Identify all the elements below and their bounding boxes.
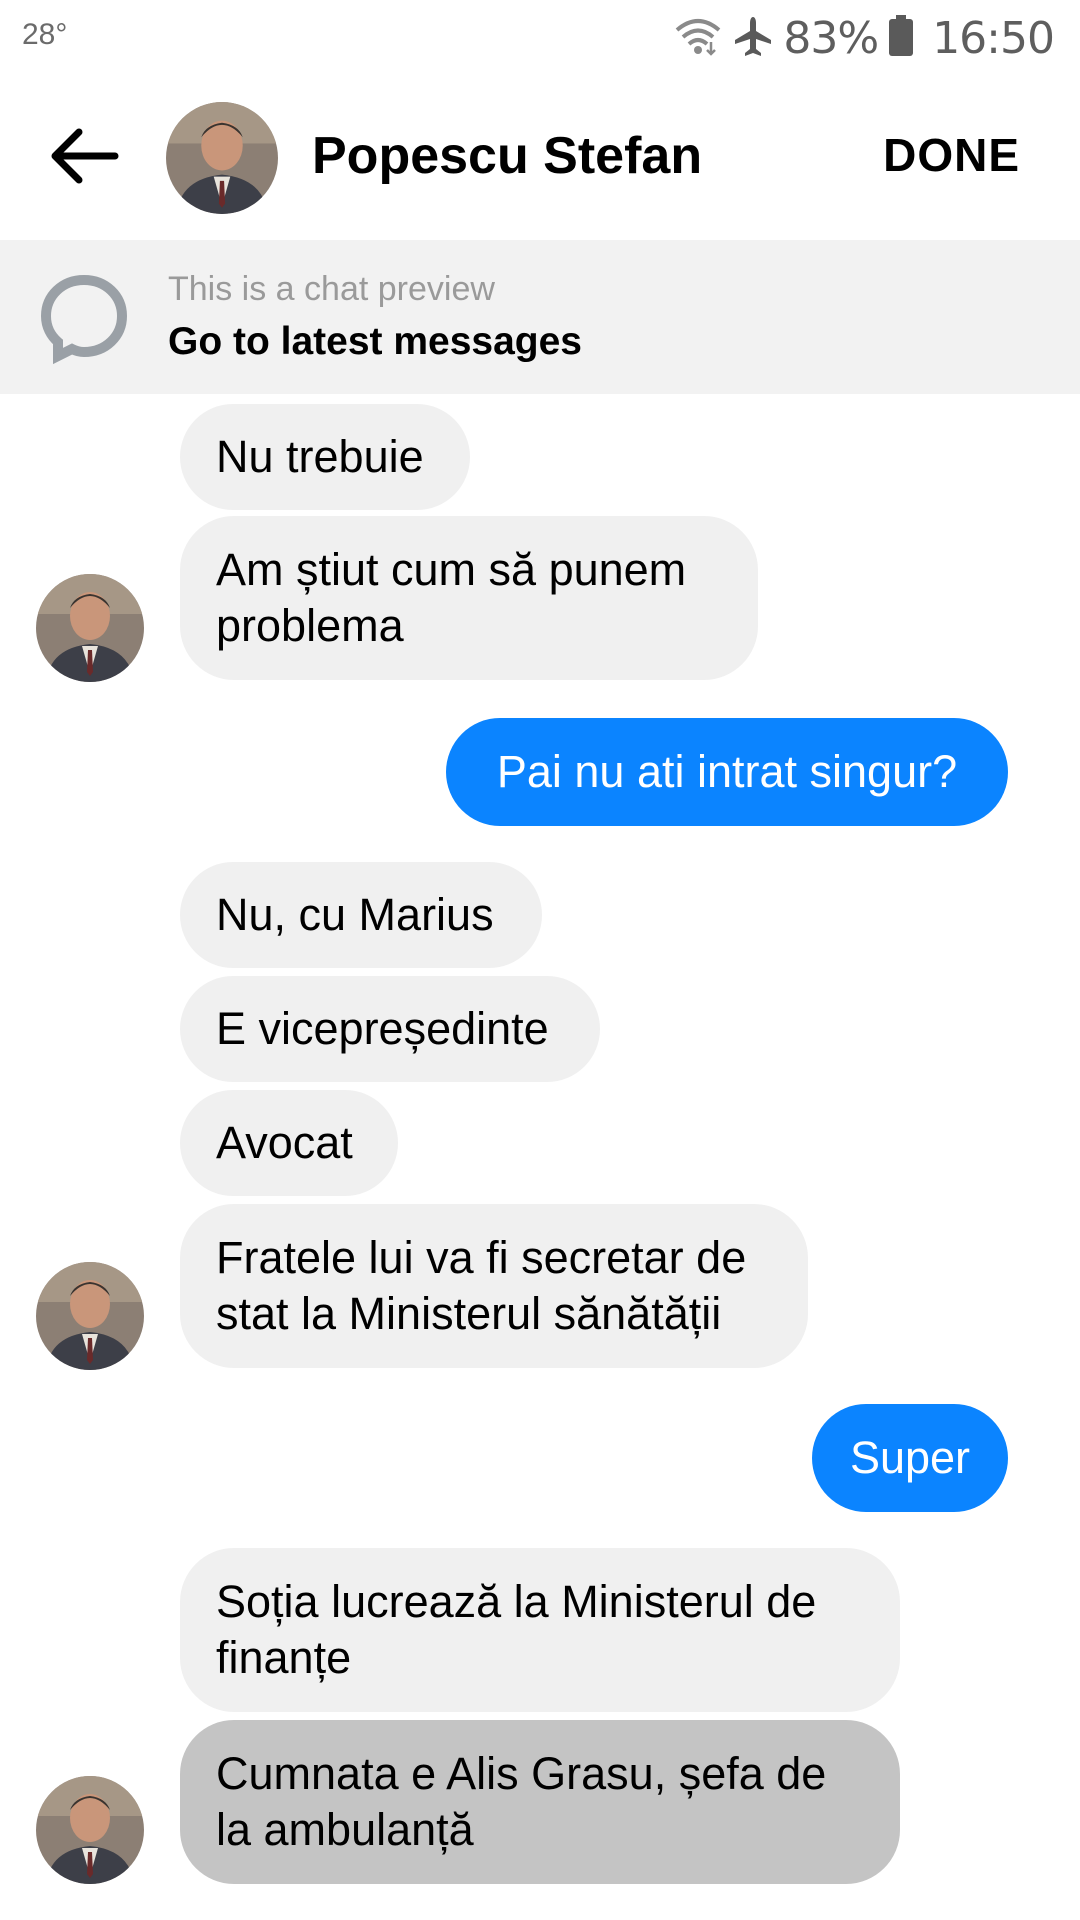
clock: 16:50 (932, 12, 1055, 64)
status-icons: 83% 16:50 (673, 12, 1055, 64)
battery-percent: 83% (783, 12, 879, 64)
message-bubble-selected[interactable]: Cumnata e Alis Grasu, șefa de la ambulan… (180, 1720, 900, 1884)
back-button[interactable] (44, 118, 124, 198)
temperature-label: 28° (22, 18, 68, 51)
message-bubble-outgoing[interactable]: Pai nu ati intrat singur? (446, 718, 1008, 826)
done-button[interactable]: DONE (883, 128, 1020, 182)
message-bubble[interactable]: E vicepreședinte (180, 976, 600, 1082)
message-bubble[interactable]: Soția lucrează la Ministerul de finanțe (180, 1548, 900, 1712)
wifi-icon (673, 16, 723, 61)
message-bubble[interactable]: Nu trebuie (180, 404, 470, 510)
preview-subtitle: This is a chat preview (168, 270, 495, 308)
go-to-latest-link[interactable]: Go to latest messages (168, 320, 582, 364)
message-bubble[interactable]: Nu, cu Marius (180, 862, 542, 968)
airplane-icon (733, 15, 773, 62)
conversation-header: Popescu Stefan DONE (0, 76, 1080, 240)
chat-preview-banner[interactable]: This is a chat preview Go to latest mess… (0, 240, 1080, 394)
message-bubble[interactable]: Am știut cum să punem problema (180, 516, 758, 680)
sender-avatar[interactable] (36, 1262, 144, 1370)
message-bubble[interactable]: Fratele lui va fi secretar de stat la Mi… (180, 1204, 808, 1368)
contact-avatar[interactable] (166, 102, 278, 214)
contact-name[interactable]: Popescu Stefan (312, 126, 702, 186)
message-bubble[interactable]: Avocat (180, 1090, 398, 1196)
battery-icon (888, 14, 914, 62)
message-bubble-outgoing[interactable]: Super (812, 1404, 1008, 1512)
status-bar: 28° 83% 16:50 (0, 0, 1080, 76)
chat-bubble-icon (36, 270, 132, 366)
sender-avatar[interactable] (36, 1776, 144, 1884)
sender-avatar[interactable] (36, 574, 144, 682)
back-arrow-icon (49, 128, 119, 189)
